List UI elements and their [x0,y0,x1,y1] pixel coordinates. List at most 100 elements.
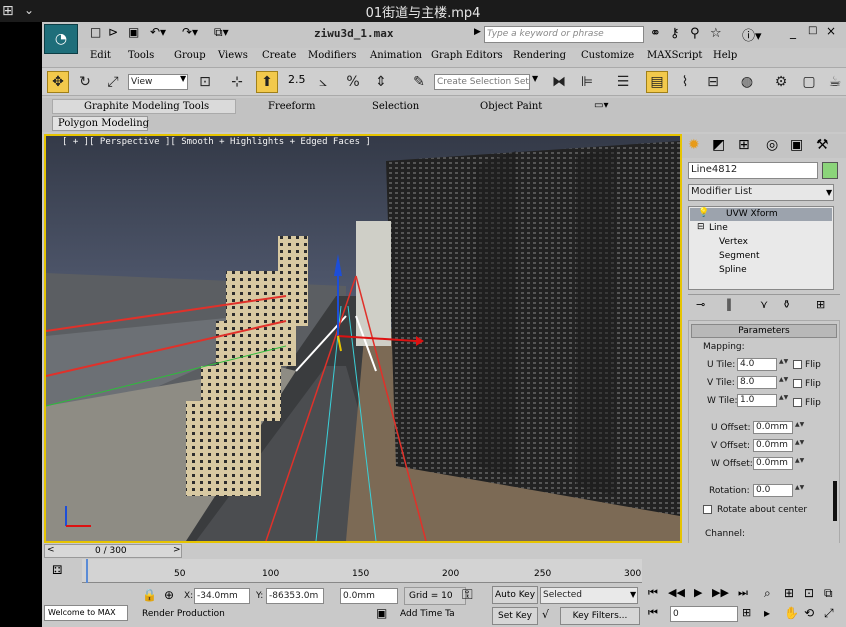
lock-selection-icon[interactable]: 🔒 [142,588,157,602]
binoculars-icon[interactable]: ⚭ [650,26,661,41]
previous-frame-icon[interactable]: ◀◀ [668,586,685,599]
search-input[interactable]: Type a keyword or phrase [484,26,644,43]
v-flip-checkbox[interactable] [793,379,802,388]
mini-curve-editor-icon[interactable]: ⚃ [52,563,62,577]
menu-rendering[interactable]: Rendering [513,50,566,61]
subscription-icon[interactable]: ⚲ [690,26,700,41]
track-bar[interactable]: 50 100 150 200 250 300 [82,559,642,583]
field-of-view-icon[interactable]: ▸ [764,606,770,620]
z-coordinate-field[interactable]: 0.0mm [340,588,398,604]
polygon-modeling-panel[interactable]: Polygon Modeling [58,118,149,129]
reference-coordinate-select[interactable]: View [128,74,188,90]
render-icon[interactable]: ☕ [824,71,846,93]
viewport-label[interactable]: [ + ][ Perspective ][ Smooth + Highlight… [62,137,371,147]
key-mode-toggle-icon[interactable]: ⏮ [648,606,658,620]
key-filters-button[interactable]: Key Filters... [560,607,640,625]
material-editor-icon[interactable]: ◍ [736,71,758,93]
modifier-list-select[interactable]: Modifier List [688,184,834,201]
select-rotate-icon[interactable]: ↻ [74,71,96,93]
chevron-left-icon[interactable]: < [47,545,55,555]
spinner-snap-icon[interactable]: ⇕ [370,71,392,93]
display-tab-icon[interactable]: ▣ [790,137,803,153]
app-logo-icon[interactable]: ◔ [44,24,78,54]
select-move-icon[interactable]: ✥ [47,71,69,93]
render-setup-icon[interactable]: ⚙ [770,71,792,93]
new-file-icon[interactable]: □ [90,25,101,39]
project-folder-icon[interactable]: ⧉▾ [214,25,229,40]
menu-animation[interactable]: Animation [370,50,422,61]
menu-tools[interactable]: Tools [128,50,154,61]
time-slider[interactable]: < 0 / 300 > [44,544,182,558]
motion-tab-icon[interactable]: ◎ [766,137,778,153]
u-offset-input[interactable]: 0.0mm [753,421,793,434]
v-offset-spinner[interactable]: ▲▼ [795,439,804,453]
object-name-field[interactable]: Line4812 [688,162,818,179]
select-link-icon[interactable]: ⊹ [226,71,248,93]
object-color-swatch[interactable] [822,162,838,179]
key-icon[interactable]: ⚷ [670,26,680,41]
go-to-start-icon[interactable]: ⏮ [648,586,658,600]
chevron-right-icon[interactable]: > [173,545,181,555]
configure-modifier-sets-icon[interactable]: ⊞ [816,298,825,311]
maximize-button[interactable]: □ [808,25,817,36]
set-key-button[interactable]: Set Key [492,607,538,625]
w-tile-input[interactable]: 1.0 [737,394,777,407]
menu-edit[interactable]: Edit [90,50,111,61]
named-selection-set-input[interactable]: Create Selection Set [434,74,530,90]
v-tile-input[interactable]: 8.0 [737,376,777,389]
menu-maxscript[interactable]: MAXScript [647,50,702,61]
menu-help[interactable]: Help [713,50,737,61]
menu-modifiers[interactable]: Modifiers [308,50,356,61]
open-file-icon[interactable]: ⊳ [108,25,118,39]
add-time-tag-button[interactable]: Add Time Ta [400,609,455,619]
bulb-icon[interactable]: 💡 [698,208,709,218]
w-flip-checkbox[interactable] [793,398,802,407]
layer-manager-icon[interactable]: ☰ [612,71,634,93]
stack-item-spline[interactable]: Spline [719,265,747,275]
v-offset-input[interactable]: 0.0mm [753,439,793,452]
zoom-icon[interactable]: ⌕ [764,586,771,601]
tab-object-paint[interactable]: Object Paint [480,101,542,112]
utilities-tab-icon[interactable]: ⚒ [816,137,829,153]
play-icon[interactable]: ▶ [694,586,702,599]
w-offset-input[interactable]: 0.0mm [753,457,793,470]
zoom-all-icon[interactable]: ⊞ [784,586,794,600]
ribbon-options-icon[interactable]: ▭▾ [594,100,608,111]
close-button[interactable]: × [826,24,836,38]
perspective-viewport[interactable] [44,134,682,543]
select-scale-icon[interactable]: ⤢ [102,71,124,93]
render-frame-icon[interactable]: ▢ [798,71,820,93]
rotation-spinner[interactable]: ▲▼ [795,484,804,498]
menu-group[interactable]: Group [174,50,206,61]
create-tab-icon[interactable]: ✹ [688,137,700,153]
u-offset-spinner[interactable]: ▲▼ [795,421,804,435]
graphite-toggle-icon[interactable]: ▤ [646,71,668,93]
align-icon[interactable]: ⊫ [576,71,598,93]
chevron-down-icon[interactable]: ▼ [630,590,636,599]
mirror-icon[interactable]: ⧓ [548,71,570,93]
w-tile-spinner[interactable]: ▲▼ [779,394,788,408]
pin-stack-icon[interactable]: ⊸ [696,298,705,311]
rotate-about-center-checkbox[interactable] [703,505,712,514]
absolute-mode-icon[interactable]: ⊕ [164,588,174,602]
maxscript-listener[interactable]: Welcome to MAX [44,605,128,621]
v-tile-spinner[interactable]: ▲▼ [779,376,788,390]
maximize-viewport-icon[interactable]: ⤢ [824,606,834,621]
auto-key-button[interactable]: Auto Key [492,586,538,604]
stack-item-line[interactable]: Line [709,223,728,233]
key-mode-icon[interactable]: ⚿ [462,587,473,603]
stack-item-vertex[interactable]: Vertex [719,237,748,247]
stack-item-uvw-xform[interactable]: 💡 UVW Xform [690,208,832,221]
tab-selection[interactable]: Selection [372,101,419,112]
curve-editor-icon[interactable]: ⌇ [674,71,696,93]
redo-icon[interactable]: ↷▾ [182,25,198,39]
minimize-button[interactable]: _ [790,25,796,39]
tab-graphite-modeling-tools[interactable]: Graphite Modeling Tools [84,101,209,112]
show-end-result-icon[interactable]: ‖ [726,297,732,311]
percent-snap-icon[interactable]: % [342,71,364,93]
menu-create[interactable]: Create [262,50,296,61]
rollout-header-parameters[interactable]: Parameters [691,324,837,338]
x-coordinate-field[interactable]: -34.0mm [194,588,250,604]
chevron-down-icon[interactable]: ▼ [826,188,832,197]
remove-modifier-icon[interactable]: ⚱ [782,298,791,311]
